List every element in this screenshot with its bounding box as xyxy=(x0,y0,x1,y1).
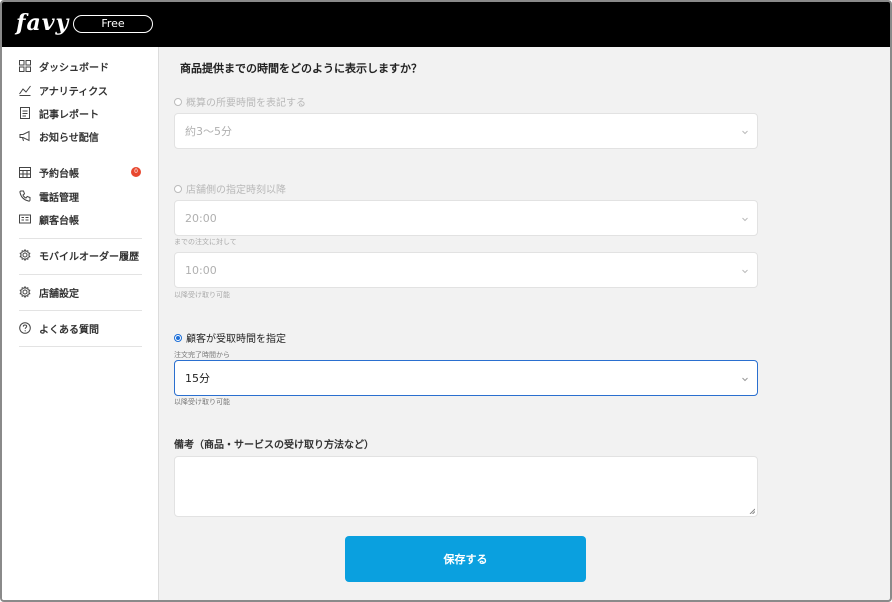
sidebar-divider xyxy=(19,238,142,239)
pickup-hint: 以降受け取り可能 xyxy=(174,291,230,299)
sidebar: ダッシュボード アナリティクス 記事レポート お知らせ配信 予約台帳 0 電話管… xyxy=(2,47,159,600)
notes-title: 備考（商品・サービスの受け取り方法など） xyxy=(174,440,374,451)
select-value: 20:00 xyxy=(185,211,217,225)
sidebar-item-store-settings[interactable]: 店舗設定 xyxy=(19,283,79,301)
sidebar-item-label: アナリティクス xyxy=(39,86,108,98)
sidebar-item-phone[interactable]: 電話管理 xyxy=(19,187,79,205)
analytics-icon xyxy=(19,84,31,96)
sidebar-item-mobile-order-history[interactable]: モバイルオーダー履歴 xyxy=(19,246,139,264)
sidebar-item-label: モバイルオーダー履歴 xyxy=(39,251,139,263)
cutoff-hint: までの注文に対して xyxy=(174,238,237,246)
logo: favy xyxy=(16,10,70,36)
page-title: 商品提供までの時間をどのように表示しますか？ xyxy=(180,62,422,75)
pickup-from-select[interactable]: 10:00 xyxy=(174,252,758,288)
top-bar: favy Free xyxy=(2,2,890,47)
estimated-time-select[interactable]: 約3〜5分 xyxy=(174,113,758,149)
sidebar-item-label: お知らせ配信 xyxy=(39,132,99,144)
calendar-icon xyxy=(19,166,31,178)
radio-button[interactable] xyxy=(174,97,182,106)
sidebar-item-dashboard[interactable]: ダッシュボード xyxy=(19,57,109,75)
sidebar-item-label: 顧客台帳 xyxy=(39,215,79,227)
save-button[interactable]: 保存する xyxy=(345,536,586,582)
sidebar-divider xyxy=(19,310,142,311)
radio-label: 店舗側の指定時刻以降 xyxy=(186,185,286,196)
notes-textarea[interactable] xyxy=(174,456,758,517)
radio-button[interactable] xyxy=(174,184,182,193)
sidebar-item-customers[interactable]: 顧客台帳 xyxy=(19,210,79,228)
sidebar-item-label: 店舗設定 xyxy=(39,288,79,300)
report-icon xyxy=(19,107,31,119)
megaphone-icon xyxy=(19,130,31,142)
sidebar-item-label: 予約台帳 xyxy=(39,168,79,180)
chevron-down-icon xyxy=(742,130,748,135)
id-card-icon xyxy=(19,213,31,225)
question-icon xyxy=(19,322,31,334)
notification-badge: 0 xyxy=(131,167,141,177)
sidebar-item-label: よくある質問 xyxy=(39,324,99,336)
radio-label: 概算の所要時間を表記する xyxy=(186,98,306,109)
gear-icon xyxy=(19,249,31,261)
app-window: favy Free ダッシュボード アナリティクス 記事レポート お知らせ配信 … xyxy=(0,0,892,602)
pickup-available-hint: 以降受け取り可能 xyxy=(174,398,230,406)
sidebar-item-label: 記事レポート xyxy=(39,109,99,121)
radio-store-time[interactable]: 店舗側の指定時刻以降 xyxy=(174,181,286,196)
select-value: 約3〜5分 xyxy=(185,125,232,138)
gear-icon xyxy=(19,286,31,298)
sidebar-divider xyxy=(19,274,142,275)
main-content: 商品提供までの時間をどのように表示しますか？ 概算の所要時間を表記する 約3〜5… xyxy=(160,47,890,600)
sidebar-item-label: 電話管理 xyxy=(39,192,79,204)
radio-estimated-time[interactable]: 概算の所要時間を表記する xyxy=(174,94,306,109)
sidebar-divider xyxy=(19,346,142,347)
sidebar-item-label: ダッシュボード xyxy=(39,62,109,74)
phone-icon xyxy=(19,190,31,202)
radio-customer-time[interactable]: 顧客が受取時間を指定 xyxy=(174,330,286,345)
chevron-down-icon xyxy=(742,269,748,274)
order-cutoff-select[interactable]: 20:00 xyxy=(174,200,758,236)
resize-handle-icon[interactable] xyxy=(749,508,755,514)
sidebar-item-analytics[interactable]: アナリティクス xyxy=(19,81,108,99)
sidebar-item-report[interactable]: 記事レポート xyxy=(19,104,99,122)
plan-badge: Free xyxy=(73,15,153,33)
radio-button[interactable] xyxy=(174,333,182,342)
dashboard-icon xyxy=(19,60,31,72)
select-value: 10:00 xyxy=(185,263,217,277)
order-complete-hint: 注文完了時間から xyxy=(174,351,230,359)
chevron-down-icon xyxy=(742,377,748,382)
radio-label: 顧客が受取時間を指定 xyxy=(186,334,286,345)
pickup-minutes-select[interactable]: 15分 xyxy=(174,360,758,396)
sidebar-item-news[interactable]: お知らせ配信 xyxy=(19,127,99,145)
sidebar-item-faq[interactable]: よくある質問 xyxy=(19,319,99,337)
select-value: 15分 xyxy=(185,372,210,385)
sidebar-item-reservations[interactable]: 予約台帳 xyxy=(19,163,79,181)
chevron-down-icon xyxy=(742,217,748,222)
